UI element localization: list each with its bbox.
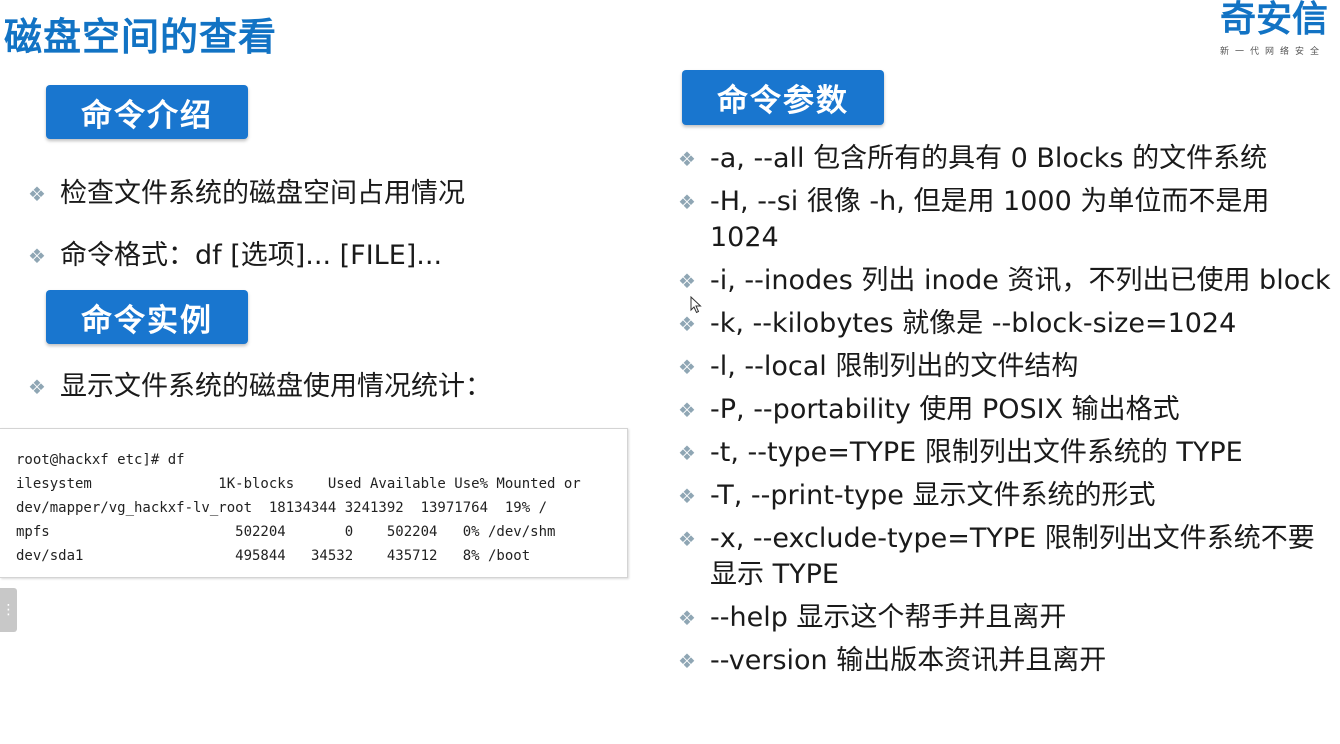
- section-header-example: 命令实例: [46, 290, 248, 344]
- terminal-line: ilesystem 1K-blocks Used Available Use% …: [16, 476, 581, 492]
- params-list: ❖ -a, --all 包含所有的具有 0 Blocks 的文件系统 ❖ -H,…: [672, 141, 1332, 686]
- list-item-text: -i, --inodes 列出 inode 资讯，不列出已使用 block: [710, 265, 1331, 296]
- page-title: 磁盘空间的查看: [4, 15, 278, 59]
- diamond-bullet-icon: ❖: [678, 190, 696, 214]
- list-item-text: -T, --print-type 显示文件系统的形式: [710, 480, 1156, 511]
- diamond-bullet-icon: ❖: [28, 375, 46, 399]
- list-item: ❖ --version 输出版本资讯并且离开: [672, 643, 1332, 679]
- list-item: ❖ -x, --exclude-type=TYPE 限制列出文件系统不要显示 T…: [672, 521, 1332, 593]
- list-item: ❖ -H, --si 很像 -h, 但是用 1000 为单位而不是用 1024: [672, 184, 1332, 256]
- list-item: ❖ 检查文件系统的磁盘空间占用情况: [22, 176, 622, 212]
- logo-text: 奇安信: [1220, 0, 1329, 40]
- diamond-bullet-icon: ❖: [28, 182, 46, 206]
- mouse-pointer-icon: [690, 296, 702, 314]
- list-item: ❖ -a, --all 包含所有的具有 0 Blocks 的文件系统: [672, 141, 1332, 177]
- list-item: ❖ 命令格式：df [选项]... [FILE]...: [22, 238, 622, 274]
- list-item-text: 显示文件系统的磁盘使用情况统计：: [60, 371, 492, 402]
- diamond-bullet-icon: ❖: [678, 606, 696, 630]
- terminal-line: root@hackxf etc]# df: [16, 452, 185, 468]
- list-item: ❖ -P, --portability 使用 POSIX 输出格式: [672, 392, 1332, 428]
- list-item-text: -t, --type=TYPE 限制列出文件系统的 TYPE: [710, 437, 1243, 468]
- diamond-bullet-icon: ❖: [678, 484, 696, 508]
- diamond-bullet-icon: ❖: [678, 441, 696, 465]
- list-item: ❖ -t, --type=TYPE 限制列出文件系统的 TYPE: [672, 435, 1332, 471]
- list-item-text: -H, --si 很像 -h, 但是用 1000 为单位而不是用 1024: [710, 186, 1270, 253]
- section-header-intro: 命令介绍: [46, 85, 248, 139]
- list-item: ❖ -i, --inodes 列出 inode 资讯，不列出已使用 block: [672, 263, 1332, 299]
- list-item-text: 检查文件系统的磁盘空间占用情况: [60, 178, 465, 209]
- list-item-text: -k, --kilobytes 就像是 --block-size=1024: [710, 308, 1237, 339]
- diamond-bullet-icon: ❖: [678, 147, 696, 171]
- intro-list: ❖ 检查文件系统的磁盘空间占用情况 ❖ 命令格式：df [选项]... [FIL…: [22, 176, 622, 300]
- terminal-line: dev/sda1 495844 34532 435712 8% /boot: [16, 548, 531, 564]
- diamond-bullet-icon: ❖: [678, 398, 696, 422]
- diamond-bullet-icon: ❖: [678, 269, 696, 293]
- terminal-line: mpfs 502204 0 502204 0% /dev/shm: [16, 524, 556, 540]
- list-item: ❖ 显示文件系统的磁盘使用情况统计：: [22, 369, 622, 405]
- list-item-text: -l, --local 限制列出的文件结构: [710, 351, 1079, 382]
- list-item-text: --version 输出版本资讯并且离开: [710, 645, 1107, 676]
- list-item: ❖ -l, --local 限制列出的文件结构: [672, 349, 1332, 385]
- list-item-text: --help 显示这个帮手并且离开: [710, 602, 1067, 633]
- example-list: ❖ 显示文件系统的磁盘使用情况统计：: [22, 369, 622, 431]
- list-item-text: -P, --portability 使用 POSIX 输出格式: [710, 394, 1180, 425]
- terminal-screenshot: root@hackxf etc]# df ilesystem 1K-blocks …: [0, 428, 628, 578]
- terminal-output: root@hackxf etc]# df ilesystem 1K-blocks …: [0, 429, 627, 568]
- slide-nav-tab[interactable]: ⋮: [0, 588, 17, 632]
- diamond-bullet-icon: ❖: [678, 355, 696, 379]
- diamond-bullet-icon: ❖: [678, 649, 696, 673]
- list-item-text: -x, --exclude-type=TYPE 限制列出文件系统不要显示 TYP…: [710, 523, 1315, 590]
- list-item: ❖ --help 显示这个帮手并且离开: [672, 600, 1332, 636]
- diamond-bullet-icon: ❖: [678, 527, 696, 551]
- diamond-bullet-icon: ❖: [28, 244, 46, 268]
- list-item-text: 命令格式：df [选项]... [FILE]...: [60, 240, 443, 271]
- brand-logo: 奇安信 新一代网络安全: [1220, 0, 1340, 60]
- logo-subtitle: 新一代网络安全: [1220, 47, 1326, 57]
- list-item: ❖ -T, --print-type 显示文件系统的形式: [672, 478, 1332, 514]
- list-item-text: -a, --all 包含所有的具有 0 Blocks 的文件系统: [710, 143, 1268, 174]
- terminal-line: dev/mapper/vg_hackxf-lv_root 18134344 32…: [16, 500, 548, 516]
- list-item: ❖ -k, --kilobytes 就像是 --block-size=1024: [672, 306, 1332, 342]
- section-header-params: 命令参数: [682, 70, 884, 125]
